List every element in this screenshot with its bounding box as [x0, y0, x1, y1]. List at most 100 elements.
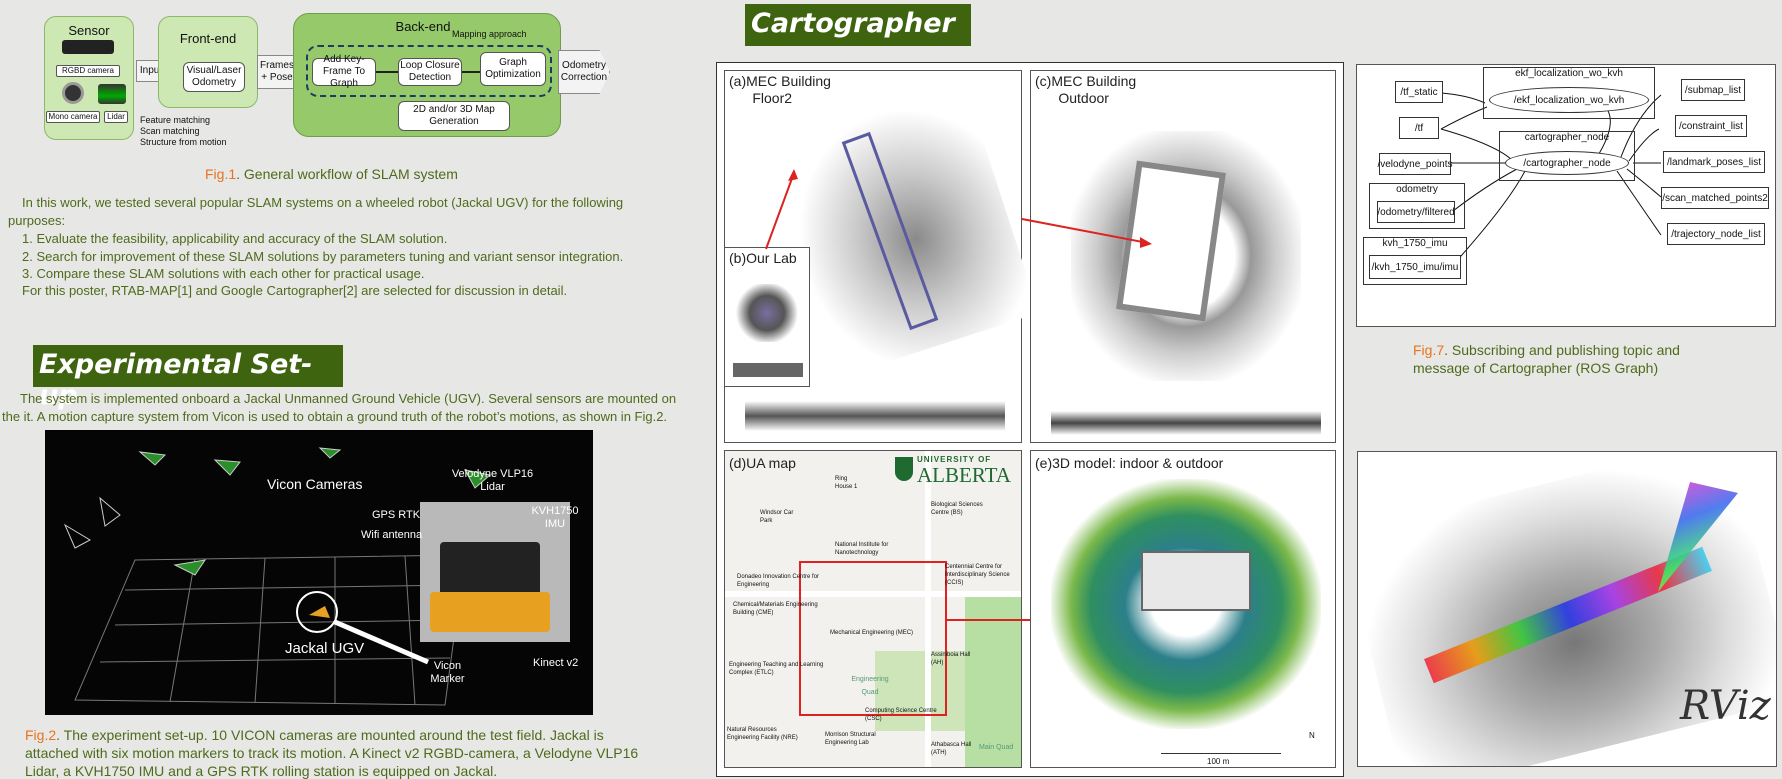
robot-chassis [430, 592, 550, 632]
ros-graph-panel: ekf_localization_wo_kvh /ekf_localizatio… [1356, 64, 1776, 327]
scale-bar [1161, 753, 1281, 754]
odometry-box: Visual/Laser Odometry [183, 62, 245, 92]
panel-a-label: (a)MEC Building Floor2 [729, 73, 831, 106]
rviz-logo: RViz [1680, 683, 1771, 729]
lab-sideview [733, 363, 803, 377]
intro-closing: For this poster, RTAB-MAP[1] and Google … [22, 283, 568, 298]
ros-topic-trajectory-node: /trajectory_node_list [1667, 223, 1765, 245]
lidar-label: Lidar [104, 111, 128, 123]
ros-topic-landmark-poses: /landmark_poses_list [1663, 151, 1765, 173]
panel-c-mec-outdoor: (c)MEC Building Outdoor [1030, 70, 1336, 443]
panel-c-label: (c)MEC Building Outdoor [1035, 73, 1137, 106]
lab-scan [735, 284, 799, 342]
ros-topic-velodyne: /velodyne_points [1377, 153, 1453, 175]
panel-e-label: (e)3D model: indoor & outdoor [1035, 455, 1224, 471]
map-label-etlc: Engineering Teaching and Learning Comple… [729, 662, 824, 676]
fig2-label: Fig.2 [25, 727, 57, 743]
ua-logo: UNIVERSITY OF ALBERTA [895, 455, 1020, 487]
intro-item-3: 3. Compare these SLAM solutions with eac… [22, 266, 425, 281]
ros-group-imu-label: kvh_1750_imu [1382, 238, 1448, 249]
ros-topic-odometry-filtered: /odometry/filtered [1377, 201, 1455, 223]
fig7-caption: Fig.7. Subscribing and publishing topic … [1413, 341, 1713, 377]
ros-group-carto-label: cartographer_node [1524, 132, 1610, 143]
mono-label: Mono camera [46, 111, 100, 123]
map-label-csc: Computing Science Centre (CSC) [865, 708, 937, 722]
3d-model-building [1141, 551, 1251, 611]
odometry-correction-arrow: Odometry Correction [558, 50, 610, 94]
cartographer-title: Cartographer [745, 4, 971, 46]
velodyne-label: Velodyne VLP16 Lidar [451, 468, 534, 493]
slam-workflow-diagram: Sensor RGBD camera Mono camera Lidar Inp… [40, 12, 660, 162]
frames-arrow: Frames + Pose [257, 55, 297, 89]
experimental-text: The system is implemented onboard a Jack… [2, 391, 677, 424]
ros-topic-tf-static: /tf_static [1395, 81, 1443, 103]
ros-topic-tf: /tf [1399, 117, 1439, 139]
map-label-assiniboia: Assiniboia Hall (AH) [931, 652, 971, 666]
ua-logo-bottom: ALBERTA [917, 463, 1011, 487]
fig2-text: . The experiment set-up. 10 VICON camera… [25, 727, 639, 779]
intro-item-2: 2. Search for improvement of these SLAM … [22, 249, 624, 264]
fig1-caption: Fig.1. General workflow of SLAM system [205, 166, 458, 182]
map-label-morrison: Morrison Structural Engineering Lab [825, 732, 876, 746]
loop-closure-step: Loop Closure Detection [398, 58, 462, 86]
panel-d-label: (d)UA map [729, 455, 796, 471]
step-arrow-2 [462, 71, 480, 73]
jackal-label: Jackal UGV [285, 640, 365, 657]
map-generation-box: 2D and/or 3D Map Generation [398, 101, 510, 131]
rviz-visualization: RViz [1357, 451, 1777, 767]
mapping-approach-label: Mapping approach [452, 29, 527, 39]
mono-camera-image [62, 82, 84, 104]
rgbd-label: RGBD camera [56, 65, 120, 77]
lidar-image [98, 84, 126, 104]
fig1-label: Fig.1 [205, 166, 237, 182]
fig2-caption: Fig.2. The experiment set-up. 10 VICON c… [25, 726, 655, 779]
map-label-windsor: Windsor Car Park [760, 510, 794, 524]
step-arrow-1 [376, 71, 398, 73]
panel-d-ua-map: (d)UA map UNIVERSITY OF ALBERTA Ring Hou… [724, 450, 1022, 768]
map-label-nanotech: National Institute for Nanotechnology [835, 542, 889, 556]
kinect-label: Kinect v2 [533, 657, 579, 669]
vicon-cameras-label: Vicon Cameras [267, 476, 363, 492]
ros-group-odometry-label: odometry [1396, 184, 1438, 195]
panel-e-3d-model: (e)3D model: indoor & outdoor 100 m N [1030, 450, 1336, 768]
ros-topic-constraint-list: /constraint_list [1675, 115, 1747, 137]
fig1-text: . General workflow of SLAM system [236, 166, 458, 182]
frontend-note-3: Structure from motion [140, 137, 227, 147]
map-label-donadeo: Donadeo Innovation Centre for Engineerin… [737, 574, 820, 588]
map-label-mec: Mechanical Engineering (MEC) [830, 630, 914, 636]
outdoor-sideview [1051, 411, 1321, 435]
scale-label: 100 m [1207, 757, 1230, 766]
map-label-main-quad: Main Quad [979, 744, 1014, 751]
frontend-title: Front-end [179, 31, 237, 46]
map-label-bio-sciences: Biological Sciences Centre (BS) [931, 502, 983, 516]
keyframe-step: Add Key-Frame To Graph [312, 54, 376, 89]
marker-label: Vicon Marker [430, 660, 465, 685]
north-label: N [1309, 731, 1315, 740]
vicon-setup-photo: Vicon Cameras Velodyne VLP16 Lidar GPS R… [45, 430, 593, 715]
sensor-title: Sensor [68, 23, 110, 38]
fig7-text: . Subscribing and publishing topic and m… [1413, 342, 1680, 376]
fig7-label: Fig.7 [1413, 342, 1445, 358]
intro-item-1: 1. Evaluate the feasibility, applicabili… [22, 231, 448, 246]
floor2-red-arrow [765, 169, 798, 250]
ros-carto-node: /cartographer_node [1505, 151, 1629, 175]
ros-ekf-node: /ekf_localization_wo_kvh [1489, 87, 1649, 113]
ros-topic-submap-list: /submap_list [1681, 79, 1745, 101]
map-label-ccis: Centennial Centre for Interdisciplinary … [945, 564, 1010, 586]
map-label-nre: Natural Resources Engineering Facility (… [727, 727, 798, 741]
graph-optimization-step: Graph Optimization [480, 52, 546, 86]
floor2-sideview [745, 401, 1005, 431]
ros-topic-imu: /kvh_1750_imu/imu [1369, 255, 1461, 279]
map-label-ring-house: Ring House 1 [835, 476, 858, 490]
outdoor-red-arrow [1021, 218, 1152, 248]
ros-topic-scan-matched: /scan_matched_points2 [1661, 187, 1769, 209]
ua-crest-icon [895, 457, 913, 481]
kvh-label: KVH1750 IMU [531, 505, 579, 530]
map-label-eng-quad: Engineering Quad [851, 676, 889, 696]
map-label-cme: Chemical/Materials Engineering Building … [733, 602, 818, 616]
wifi-label: Wifi antenna [361, 529, 423, 541]
gps-label: GPS RTK [372, 509, 421, 521]
panel-b-our-lab: (b)Our Lab [724, 247, 810, 387]
map-label-athabasca: Athabasca Hall (ATH) [931, 742, 972, 756]
intro-lead: In this work, we tested several popular … [8, 195, 624, 228]
